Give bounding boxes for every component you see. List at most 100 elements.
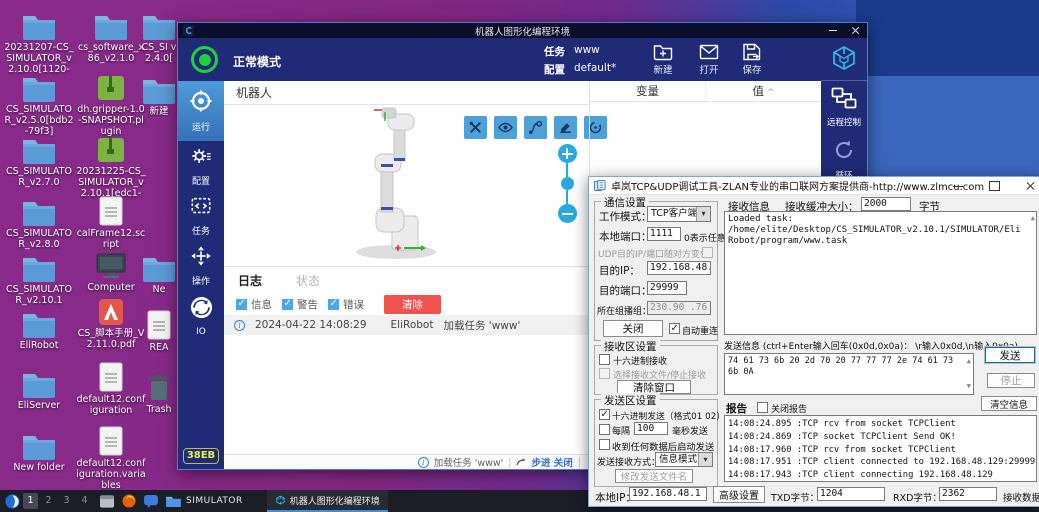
hex-send-checkbox[interactable] bbox=[599, 409, 610, 420]
close-icon[interactable] bbox=[849, 24, 861, 36]
advanced-settings-button[interactable]: 高级设置 bbox=[713, 486, 765, 503]
taskbar-window-button[interactable]: 机器人图形化编程环境 bbox=[267, 490, 388, 512]
step-status[interactable]: 步进 关闭 bbox=[531, 455, 572, 469]
recv-buffer-input[interactable]: 2000 bbox=[861, 197, 911, 211]
checkbox-checked-icon[interactable] bbox=[328, 299, 339, 310]
clear-log-button[interactable]: 清除 bbox=[384, 295, 441, 314]
rxd-input[interactable]: 2362 bbox=[939, 487, 997, 501]
sidebar-item-remote[interactable]: 远程控制 bbox=[821, 81, 867, 133]
dest-ip-input[interactable]: 192.168.48.129 bbox=[647, 261, 711, 275]
minimize-icon[interactable] bbox=[827, 24, 839, 36]
send-button[interactable]: 发送 bbox=[985, 347, 1035, 363]
desktop-icon[interactable]: calFrame12.script bbox=[76, 196, 146, 250]
sidebar-item-code[interactable]: 任务 bbox=[178, 191, 224, 241]
workspace-2[interactable]: 2 bbox=[41, 493, 56, 509]
close-icon[interactable] bbox=[1023, 179, 1037, 193]
auto-reconnect-checkbox[interactable] bbox=[669, 323, 680, 334]
tools-icon[interactable] bbox=[464, 116, 487, 139]
send-mode-select[interactable]: 信息模式 bbox=[655, 452, 713, 467]
desktop-icon[interactable]: default12.configuration bbox=[76, 362, 146, 416]
desktop-icon[interactable]: EliRobot bbox=[4, 308, 74, 351]
desktop-icon[interactable]: dh.gripper-1.0-SNAPSHOT.plugin bbox=[76, 72, 146, 137]
desktop-icon[interactable]: cs_software_x86_v2.1.0 bbox=[76, 10, 146, 64]
interval-send-checkbox[interactable] bbox=[599, 424, 610, 435]
hex-recv-checkbox[interactable] bbox=[599, 354, 610, 365]
desktop-icon[interactable]: Computer bbox=[76, 250, 146, 293]
desktop-icon[interactable]: CS_SIMULATOR_v2.7.0 bbox=[4, 134, 74, 188]
save-task-button[interactable]: 保存 bbox=[733, 43, 771, 76]
close-report-checkbox[interactable] bbox=[757, 402, 768, 413]
desktop-icon[interactable]: CS_SI v2.4.0[ bbox=[140, 10, 178, 64]
desktop-icon[interactable]: New folder bbox=[4, 430, 74, 473]
file-manager-icon[interactable] bbox=[100, 495, 114, 508]
sidebar-item-run[interactable]: 运行 bbox=[178, 81, 224, 141]
zoom-handle[interactable] bbox=[561, 177, 574, 190]
local-port-input[interactable]: 1111 bbox=[647, 227, 681, 241]
eye-icon[interactable] bbox=[494, 116, 517, 139]
desktop-icon[interactable]: 20231225-CS_SIMULATOR_v2.10.1[edc1-4... bbox=[76, 134, 146, 200]
paint-icon[interactable] bbox=[554, 116, 577, 139]
open-task-button[interactable]: 打开 bbox=[690, 43, 728, 76]
folder-icon[interactable] bbox=[166, 495, 181, 507]
desktop-icon[interactable]: CS_SIMULATOR_v2.5.0[bdb2-79f3] bbox=[4, 72, 74, 137]
workspace-3[interactable]: 3 bbox=[59, 493, 74, 509]
desktop-icon[interactable]: CS_脚本手册_V2.11.0.pdf bbox=[76, 296, 146, 350]
firefox-icon[interactable] bbox=[122, 494, 136, 508]
menu-icon[interactable] bbox=[5, 494, 20, 509]
minimize-icon[interactable] bbox=[951, 179, 965, 193]
desktop-icon-label: New folder bbox=[4, 462, 74, 473]
sidebar-item-gear[interactable]: 配置 bbox=[178, 141, 224, 191]
multicast-input[interactable]: 230.90 .76 . 1 bbox=[647, 301, 711, 315]
workspace-4[interactable]: 4 bbox=[77, 493, 92, 509]
save-button-label: 保存 bbox=[742, 62, 761, 76]
variable-column-header[interactable]: 变量 bbox=[590, 81, 705, 101]
clear-window-button[interactable]: 清除窗口 bbox=[617, 380, 691, 394]
local-ip-input[interactable]: 192.168.48.1 bbox=[629, 487, 707, 501]
desktop-icon[interactable]: Trash bbox=[140, 372, 178, 415]
trajectory-icon[interactable] bbox=[524, 116, 547, 139]
workspace-1[interactable]: 1 bbox=[23, 493, 38, 509]
desktop-icon[interactable]: Ne bbox=[140, 252, 178, 295]
stop-button[interactable]: 停止 bbox=[987, 373, 1035, 388]
chat-icon[interactable] bbox=[144, 495, 158, 508]
work-mode-select[interactable]: TCP客户端 bbox=[647, 206, 711, 222]
tab-status[interactable]: 状态 bbox=[296, 272, 320, 289]
report-log[interactable]: 14:08:24.895 :TCP rcv from socket TCPCli… bbox=[724, 415, 1037, 482]
interval-input[interactable]: 100 bbox=[634, 422, 668, 435]
log-filter-3[interactable]: 错误 bbox=[328, 297, 364, 312]
desktop-icon[interactable]: default12.configuration.variables bbox=[76, 426, 146, 491]
checkbox-checked-icon[interactable] bbox=[236, 299, 247, 310]
maximize-icon[interactable] bbox=[987, 179, 1001, 193]
log-filter-1[interactable]: 信息 bbox=[236, 297, 272, 312]
desktop-icon[interactable]: 20231207-CS_SIMULATOR_v2.10.0[1120-1... bbox=[4, 10, 74, 76]
send-textarea[interactable]: 74 61 73 6b 20 2d 70 20 77 77 77 2e 74 6… bbox=[724, 353, 974, 395]
zoom-in-button[interactable] bbox=[558, 144, 577, 163]
tab-log[interactable]: 日志 bbox=[238, 272, 262, 289]
taskbar-folder-label[interactable]: SIMULATOR bbox=[186, 496, 243, 506]
checkbox-checked-icon[interactable] bbox=[282, 299, 293, 310]
select-recv-file-checkbox[interactable] bbox=[599, 368, 610, 379]
dest-port-input[interactable]: 29999 bbox=[647, 281, 687, 295]
log-filter-2[interactable]: 警告 bbox=[282, 297, 318, 312]
computer-icon bbox=[95, 250, 127, 280]
clear-info-button[interactable]: 清空信息 bbox=[981, 396, 1037, 411]
new-task-button[interactable]: 新建 bbox=[644, 43, 682, 76]
disconnect-button[interactable]: 关闭 bbox=[603, 320, 663, 337]
sidebar-item-move[interactable]: 操作 bbox=[178, 241, 224, 291]
receive-textarea[interactable]: Loaded task: /home/elite/Desktop/CS_SIMU… bbox=[724, 211, 1037, 335]
trash-icon bbox=[147, 372, 171, 402]
desktop-icon[interactable]: REA bbox=[140, 310, 178, 353]
value-column-header[interactable]: 值^ bbox=[705, 81, 821, 101]
desktop-icon[interactable]: EliServer bbox=[4, 368, 74, 411]
desktop-icon[interactable]: CS_SIMULATOR_v2.8.0 bbox=[4, 196, 74, 250]
sidebar-item-io[interactable]: IO bbox=[178, 291, 224, 341]
robot-3d-viewport[interactable] bbox=[224, 106, 589, 266]
udp-follow-checkbox[interactable] bbox=[702, 247, 713, 258]
zoom-out-button[interactable] bbox=[558, 204, 577, 223]
send-on-recv-checkbox[interactable] bbox=[599, 439, 610, 450]
desktop-icon[interactable]: 新建 bbox=[140, 74, 178, 117]
rename-send-file-button[interactable]: 修改发送文件名 bbox=[615, 469, 693, 483]
mode-indicator-icon[interactable] bbox=[191, 46, 218, 73]
txd-input[interactable]: 1204 bbox=[817, 487, 885, 501]
desktop-icon[interactable]: CS_SIMULATOR_v2.10.1 bbox=[4, 252, 74, 306]
